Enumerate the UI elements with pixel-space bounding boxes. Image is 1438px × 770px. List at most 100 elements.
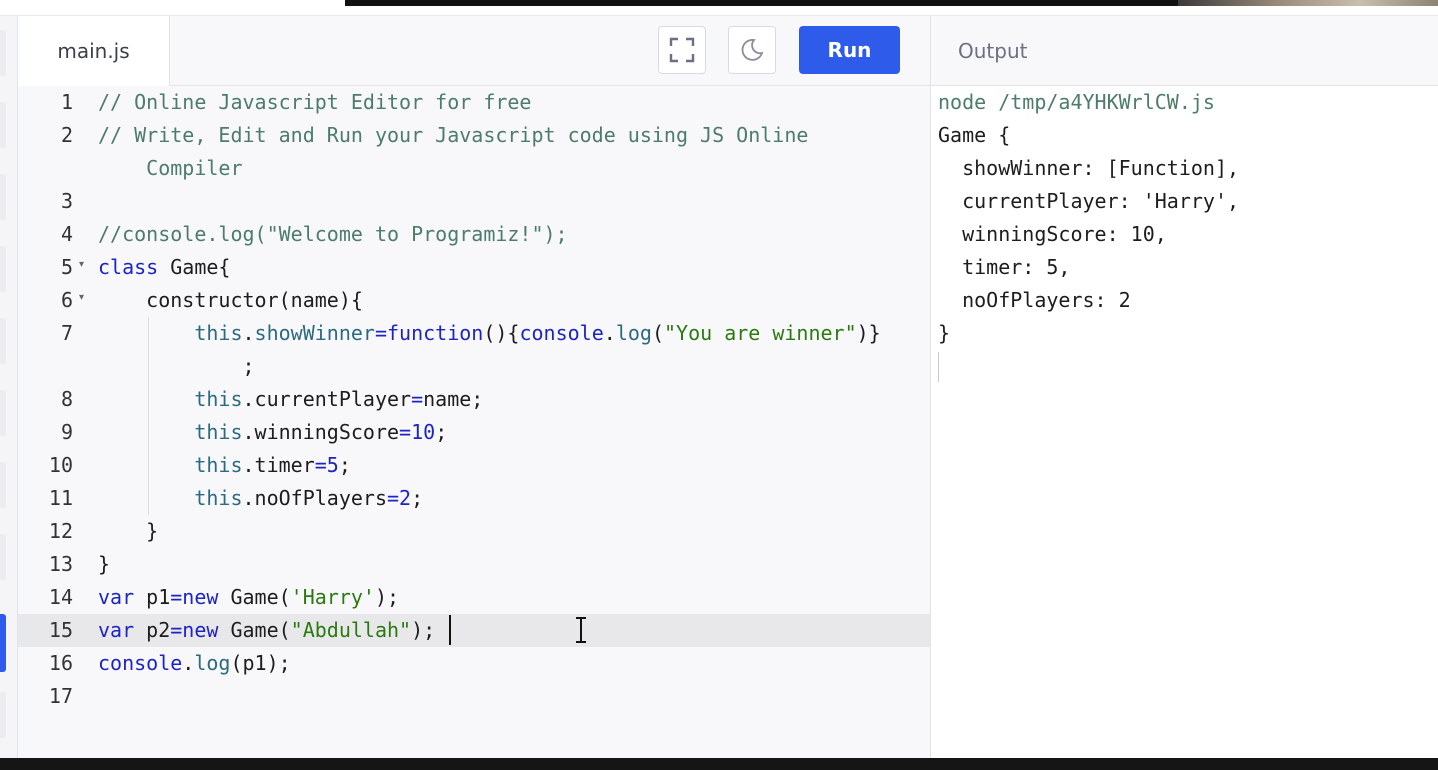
code-token: // Write, Edit and Run your Javascript c… bbox=[98, 123, 809, 147]
code-token: var bbox=[98, 585, 135, 609]
top-strip bbox=[0, 0, 1438, 16]
code-line[interactable]: 15 var p2=new Game("Abdullah"); bbox=[18, 614, 930, 647]
code-token: } bbox=[98, 519, 159, 543]
code-token: constructor(name){ bbox=[98, 288, 363, 312]
code-line[interactable]: 3 bbox=[18, 185, 930, 218]
code-text: ; bbox=[98, 354, 254, 378]
tab-label: main.js bbox=[57, 39, 130, 63]
code-token: class bbox=[98, 255, 159, 279]
code-text: Compiler bbox=[98, 156, 242, 180]
code-token: showWinner bbox=[254, 321, 375, 345]
code-line[interactable]: 5 ▾ class Game{ bbox=[18, 251, 930, 284]
sidebar-item[interactable] bbox=[0, 30, 6, 76]
code-token: 10 bbox=[411, 420, 436, 444]
fullscreen-button[interactable] bbox=[658, 26, 706, 74]
code-token: ; bbox=[338, 453, 351, 477]
code-line[interactable]: 17 bbox=[18, 680, 930, 713]
sidebar-item[interactable] bbox=[0, 102, 6, 148]
line-number: 3 bbox=[60, 189, 73, 213]
code-line[interactable]: 8 this.currentPlayer=name; bbox=[18, 383, 930, 416]
editor-header: main.js Run Output bbox=[18, 16, 1438, 86]
video-strip bbox=[345, 0, 1438, 6]
fold-arrow-icon[interactable]: ▾ bbox=[79, 292, 84, 303]
output-line: winningScore: 10, bbox=[938, 222, 1167, 246]
code-line[interactable]: 6 ▾ constructor(name){ bbox=[18, 284, 930, 317]
sidebar-item[interactable] bbox=[0, 318, 6, 364]
sidebar-item[interactable] bbox=[0, 462, 6, 508]
code-token: } bbox=[98, 552, 111, 576]
fullscreen-icon bbox=[669, 37, 695, 63]
code-line[interactable]: 2 // Write, Edit and Run your Javascript … bbox=[18, 119, 930, 152]
code-line[interactable]: Compiler bbox=[18, 152, 930, 185]
sidebar-item[interactable] bbox=[0, 692, 6, 738]
fold-arrow-icon[interactable]: ▾ bbox=[79, 259, 84, 270]
code-token: ; bbox=[435, 420, 448, 444]
code-line[interactable]: 14 var p1=new Game('Harry'); bbox=[18, 581, 930, 614]
code-token: .timer bbox=[242, 453, 315, 477]
code-token: (){ bbox=[483, 321, 520, 345]
ide-window: main.js Run Output 1 // Online Javascript… bbox=[0, 0, 1438, 770]
code-token: . bbox=[603, 321, 616, 345]
sidebar-item[interactable] bbox=[0, 390, 6, 436]
line-number: 6 bbox=[60, 288, 73, 312]
line-number: 14 bbox=[48, 585, 73, 609]
code-token: name; bbox=[423, 387, 484, 411]
run-button[interactable]: Run bbox=[799, 26, 900, 74]
line-number: 12 bbox=[48, 519, 73, 543]
code-line[interactable]: 11 this.noOfPlayers=2; bbox=[18, 482, 930, 515]
code-line[interactable]: 7 this.showWinner=function(){console.log… bbox=[18, 317, 930, 350]
code-text: var p2=new Game("Abdullah"); bbox=[98, 618, 435, 642]
output-line: showWinner: [Function], bbox=[938, 156, 1240, 180]
line-number: 13 bbox=[48, 552, 73, 576]
sidebar-item[interactable] bbox=[0, 534, 6, 580]
code-line[interactable]: 4 //console.log("Welcome to Programiz!"); bbox=[18, 218, 930, 251]
sidebar-item[interactable] bbox=[0, 246, 6, 292]
code-token: )} bbox=[856, 321, 881, 345]
code-token: . bbox=[242, 321, 255, 345]
tab-main-js[interactable]: main.js bbox=[18, 16, 170, 86]
line-number: 10 bbox=[48, 453, 73, 477]
sidebar-item-active[interactable] bbox=[0, 614, 6, 672]
code-text: this.currentPlayer=name; bbox=[98, 387, 483, 411]
output-command-line: node /tmp/a4YHKWrlCW.js bbox=[938, 90, 1215, 114]
output-tab-label: Output bbox=[958, 39, 1028, 63]
code-line[interactable]: ; bbox=[18, 350, 930, 383]
code-token: . bbox=[182, 651, 195, 675]
output-console[interactable]: node /tmp/a4YHKWrlCW.js Game { showWinner… bbox=[930, 86, 1438, 758]
output-line: noOfPlayers: 2 bbox=[938, 288, 1131, 312]
code-text: this.noOfPlayers=2; bbox=[98, 486, 423, 510]
code-token: new bbox=[182, 585, 219, 609]
theme-toggle-button[interactable] bbox=[728, 26, 776, 74]
code-line[interactable]: 16 console.log(p1); bbox=[18, 647, 930, 680]
code-token: Game( bbox=[218, 585, 291, 609]
code-token: "Abdullah" bbox=[290, 618, 412, 642]
sidebar-item[interactable] bbox=[0, 174, 6, 220]
code-line[interactable]: 13} bbox=[18, 548, 930, 581]
code-text: this.showWinner=function(){console.log("… bbox=[98, 321, 881, 345]
code-token: this bbox=[194, 321, 243, 345]
code-line[interactable]: 1 // Online Javascript Editor for free bbox=[18, 86, 930, 119]
code-token: p2 bbox=[134, 618, 171, 642]
line-number: 17 bbox=[48, 684, 73, 708]
text-caret bbox=[449, 615, 451, 645]
code-line[interactable]: 12 } bbox=[18, 515, 930, 548]
code-text: } bbox=[98, 519, 158, 543]
line-number: 5 bbox=[60, 255, 73, 279]
line-number: 9 bbox=[60, 420, 73, 444]
code-line[interactable]: 9 this.winningScore=10; bbox=[18, 416, 930, 449]
code-token: //console.log("Welcome to Programiz!"); bbox=[98, 222, 568, 246]
ibeam-cursor-icon bbox=[576, 617, 586, 643]
code-token: // Online Javascript Editor for free bbox=[98, 90, 532, 114]
bottom-bar bbox=[0, 758, 1438, 770]
output-line: timer: 5, bbox=[938, 255, 1071, 279]
code-token: console bbox=[98, 651, 183, 675]
code-line[interactable]: 10 this.timer=5; bbox=[18, 449, 930, 482]
code-text: // Write, Edit and Run your Javascript c… bbox=[98, 123, 808, 147]
code-text: // Online Javascript Editor for free bbox=[98, 90, 531, 114]
code-token: log bbox=[194, 651, 231, 675]
video-thumbnail bbox=[1178, 0, 1438, 6]
code-editor[interactable]: 1 // Online Javascript Editor for free 2 //… bbox=[18, 86, 930, 758]
